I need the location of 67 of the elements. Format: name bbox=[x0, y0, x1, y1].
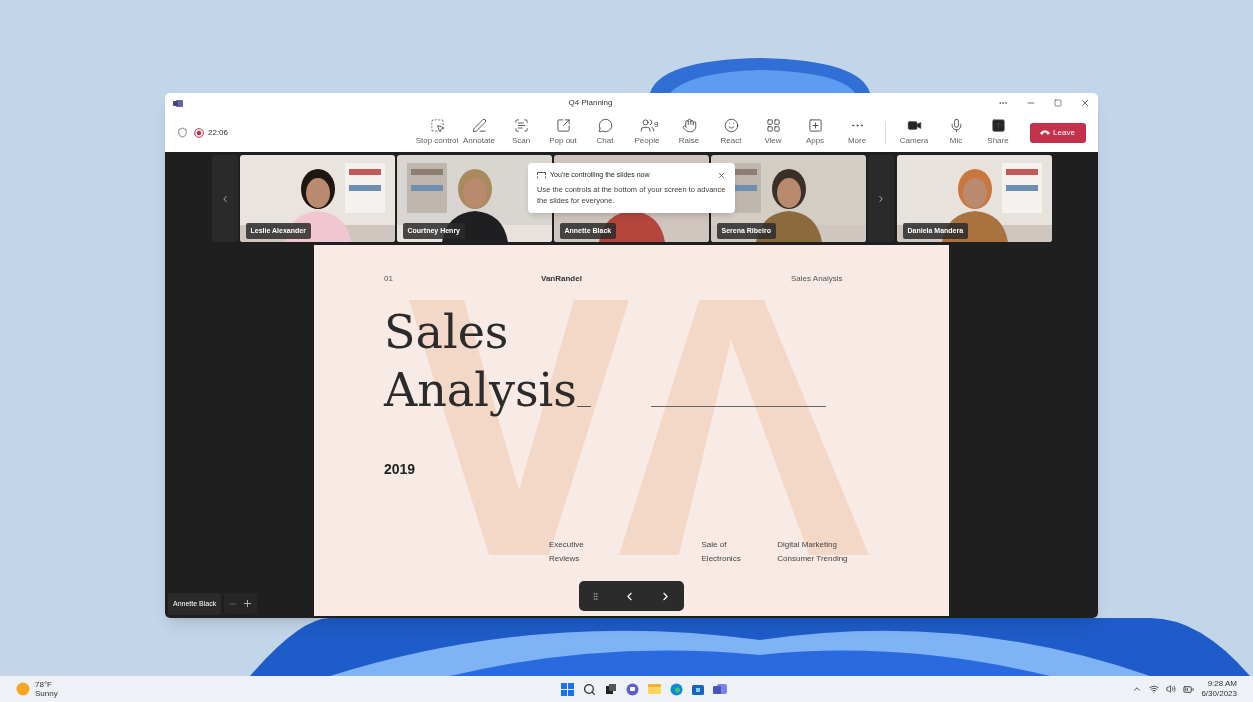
brand-name: VanRandel bbox=[541, 273, 583, 285]
toolbar-button[interactable]: React bbox=[711, 118, 751, 147]
start-icon[interactable] bbox=[561, 682, 575, 696]
store-icon[interactable] bbox=[692, 683, 705, 695]
people-icon bbox=[639, 118, 655, 133]
meeting-timer: 22:06 bbox=[208, 126, 229, 139]
microphone-icon bbox=[948, 118, 964, 133]
browser-icon[interactable] bbox=[670, 682, 684, 696]
task-view-icon[interactable] bbox=[605, 683, 618, 695]
chat-icon bbox=[597, 118, 613, 133]
weather-text: Sunny bbox=[35, 689, 58, 698]
close-icon[interactable] bbox=[717, 170, 726, 180]
slide-title: Analysis bbox=[384, 362, 577, 419]
slide-number: 01 bbox=[384, 273, 394, 285]
clock-date[interactable]: 6/30/2023 bbox=[1201, 689, 1237, 699]
smiley-icon bbox=[723, 118, 739, 133]
volume-icon[interactable] bbox=[1166, 684, 1177, 694]
leave-button[interactable]: Leave bbox=[1030, 122, 1086, 143]
search-icon[interactable] bbox=[583, 682, 597, 696]
toolbar-button[interactable]: Chat bbox=[585, 118, 625, 147]
plus-square-icon bbox=[807, 118, 823, 133]
slide-year: 2019 bbox=[384, 460, 417, 479]
pop-out-icon bbox=[555, 118, 571, 133]
grid-icon bbox=[765, 118, 781, 133]
clock-time[interactable]: 9:28 AM bbox=[1207, 679, 1237, 689]
hand-icon bbox=[681, 118, 697, 133]
window-title: Q4 Planning bbox=[568, 98, 613, 107]
drag-handle-icon[interactable] bbox=[590, 591, 600, 601]
toolbar-button[interactable]: Stop control bbox=[417, 118, 457, 147]
toolbar-button[interactable]: Share bbox=[978, 118, 1018, 147]
pen-icon bbox=[471, 118, 487, 133]
toolbar-button[interactable]: Apps bbox=[795, 118, 835, 147]
toolbar-button[interactable]: Raise bbox=[669, 118, 709, 147]
toolbar-button[interactable]: Pop out bbox=[543, 118, 583, 147]
footer-text: Digital Marketing bbox=[777, 540, 837, 549]
footer-text: Executive bbox=[549, 540, 584, 549]
zoom-in-icon[interactable] bbox=[242, 598, 254, 610]
close-icon[interactable] bbox=[1080, 98, 1090, 108]
toolbar-button[interactable]: View bbox=[753, 118, 793, 147]
chat-icon[interactable] bbox=[626, 682, 640, 696]
footer-text: Consumer Trending bbox=[777, 554, 848, 563]
temperature: 78°F bbox=[35, 680, 53, 689]
slide-title: Sales bbox=[384, 304, 510, 361]
wifi-icon[interactable] bbox=[1149, 684, 1160, 694]
slide-header: Sales Analysis bbox=[791, 273, 843, 285]
footer-text: Sale of bbox=[701, 540, 727, 549]
sun-icon bbox=[16, 682, 30, 696]
toolbar-button[interactable]: Mic bbox=[936, 118, 976, 147]
app-logo-icon bbox=[173, 98, 183, 108]
toolbar-button[interactable]: Annotate bbox=[459, 118, 499, 147]
toolbar-button[interactable]: Scan bbox=[501, 118, 541, 147]
teams-icon[interactable] bbox=[713, 682, 728, 696]
footer-text: Reviews bbox=[549, 554, 580, 563]
toolbar-button[interactable]: People 9 bbox=[627, 118, 667, 147]
battery-icon[interactable] bbox=[1183, 683, 1195, 695]
toolbar-button[interactable]: Camera bbox=[894, 118, 934, 147]
chevron-up-icon[interactable] bbox=[1132, 684, 1143, 694]
footer-text: Electronics bbox=[701, 554, 741, 563]
pointer-icon bbox=[429, 118, 445, 133]
share-icon bbox=[990, 118, 1006, 133]
scan-icon bbox=[513, 118, 529, 133]
maximize-icon[interactable] bbox=[1054, 99, 1062, 107]
camera-icon bbox=[906, 118, 922, 133]
slide-control-icon bbox=[537, 171, 546, 179]
shield-icon bbox=[177, 127, 188, 138]
people-count: 9 bbox=[654, 119, 659, 131]
toolbar-button[interactable]: More bbox=[837, 118, 877, 147]
